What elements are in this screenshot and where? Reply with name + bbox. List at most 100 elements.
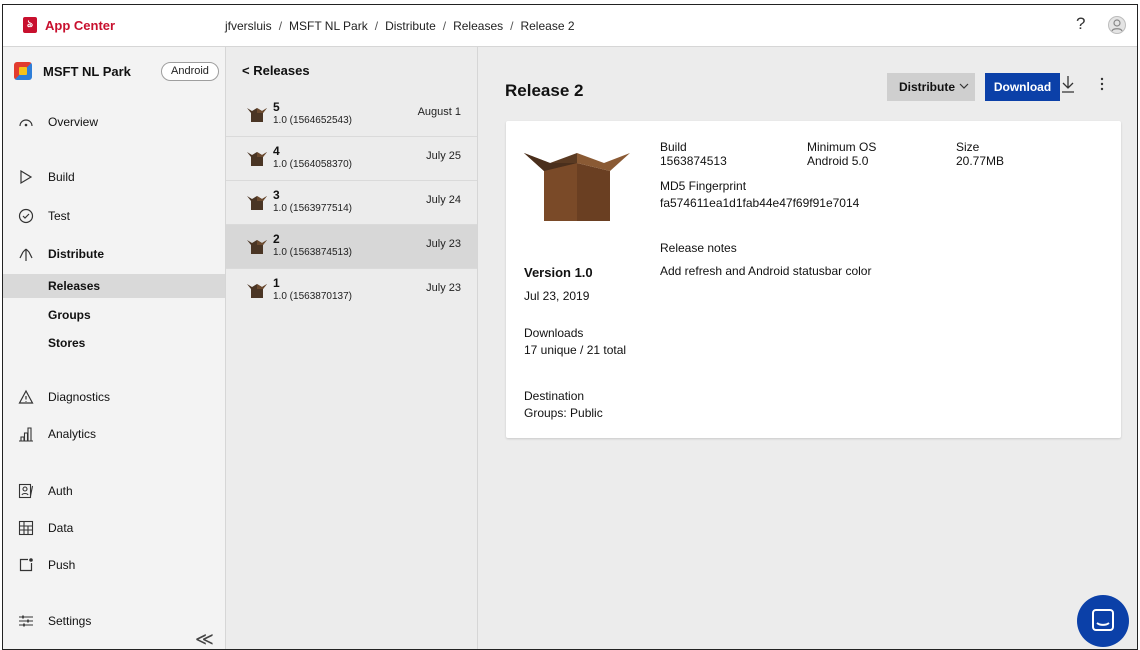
release-number: 2 [273,232,280,246]
page-title: Release 2 [505,81,584,100]
version-label: Version 1.0 [524,265,593,280]
sliders-icon [15,608,37,638]
sidebar-subitem-groups[interactable]: Groups [3,303,225,327]
breadcrumb-releases[interactable]: Releases [453,19,503,33]
sidebar-subitem-stores[interactable]: Stores [3,331,225,355]
download-arrow-icon[interactable] [1061,75,1075,98]
min-os-value: Android 5.0 [807,154,869,168]
data-table-icon [15,515,37,545]
release-row[interactable]: 1 1.0 (1563870137) July 23 [226,269,477,313]
profile-avatar-icon[interactable] [1108,16,1126,34]
more-options-icon[interactable] [1100,76,1104,97]
auth-icon [15,478,37,508]
download-button[interactable]: Download [985,73,1060,101]
breadcrumb-owner[interactable]: jfversluis [225,19,272,33]
platform-badge: Android [161,62,219,81]
distribute-button-label: Distribute [899,80,956,94]
collapse-sidebar-icon[interactable]: ≪ [195,629,214,649]
breadcrumb-app[interactable]: MSFT NL Park [289,19,368,33]
release-number: 5 [273,100,280,114]
package-box-icon [247,196,267,210]
size-value: 20.77MB [956,154,1005,168]
release-number: 4 [273,144,280,158]
distribute-button[interactable]: Distribute [887,73,975,101]
sidebar-item-label: Data [48,521,74,535]
sidebar-item-label: Settings [48,614,92,628]
release-date: July 23 [426,238,461,250]
destination-value: Groups: Public [524,406,603,420]
sidebar-item-label: Analytics [48,427,97,441]
chat-icon [1092,609,1114,631]
sidebar-item-analytics[interactable]: Analytics [3,421,225,447]
sidebar-item-label: Test [48,209,71,223]
release-number: 3 [273,188,280,202]
release-row[interactable]: 4 1.0 (1564058370) July 25 [226,137,477,181]
sidebar-item-test[interactable]: Test [3,203,225,229]
breadcrumb-separator: / [442,19,447,33]
breadcrumb-distribute[interactable]: Distribute [385,19,436,33]
warning-triangle-icon [15,384,37,414]
sidebar-item-diagnostics[interactable]: Diagnostics [3,384,225,410]
sidebar-item-settings[interactable]: Settings [3,608,225,634]
release-date-value: Jul 23, 2019 [524,289,590,303]
back-to-releases-link[interactable]: < Releases [242,63,310,78]
sidebar-item-label: Overview [48,115,99,129]
help-icon[interactable]: ? [1076,14,1085,34]
release-details-card: Version 1.0 Jul 23, 2019 Downloads 17 un… [506,121,1121,438]
sidebar-subitem-label: Groups [48,308,91,322]
release-version: 1.0 (1563870137) [273,291,352,302]
min-os-label: Minimum OS [807,140,877,154]
sidebar-item-label: Diagnostics [48,390,111,404]
release-version: 1.0 (1564058370) [273,159,352,170]
distribute-arrows-icon [15,241,37,271]
sidebar-item-distribute[interactable]: Distribute [3,241,225,267]
push-square-icon [15,552,37,582]
sidebar-item-build[interactable]: Build [3,164,225,190]
chat-support-button[interactable] [1077,595,1129,647]
package-box-icon [247,152,267,166]
destination-label: Destination [524,389,585,403]
build-label: Build [660,140,687,154]
sidebar-item-overview[interactable]: Overview [3,109,225,135]
md5-label: MD5 Fingerprint [660,179,747,193]
release-row[interactable]: 3 1.0 (1563977514) July 24 [226,181,477,225]
release-row[interactable]: 5 1.0 (1564652543) August 1 [226,93,477,137]
release-date: August 1 [417,106,461,118]
sidebar-item-auth[interactable]: Auth [3,478,225,504]
sidebar-item-label: Distribute [48,247,105,261]
bar-chart-icon [15,421,37,451]
app-center-link[interactable]: App Center [45,18,115,33]
sidebar-item-label: Build [48,170,75,184]
play-triangle-icon [15,164,37,194]
release-detail-panel: Release 2 Distribute Download Version 1.… [478,47,1137,649]
package-box-icon [247,284,267,298]
release-version: 1.0 (1563977514) [273,203,352,214]
sidebar: MSFT NL Park Android Overview Build Test [3,47,226,649]
downloads-label: Downloads [524,326,584,340]
package-box-icon [524,153,630,221]
app-window: ঌ App Center jfversluis / MSFT NL Park / Dis… [2,4,1138,650]
breadcrumb-separator: / [374,19,379,33]
check-circle-icon [15,203,37,233]
sidebar-item-label: Push [48,558,76,572]
sidebar-item-push[interactable]: Push [3,552,225,578]
top-bar: ঌ App Center jfversluis / MSFT NL Park / Dis… [3,5,1137,47]
chevron-down-icon [959,73,969,101]
release-row-selected[interactable]: 2 1.0 (1563874513) July 23 [226,225,477,269]
release-version: 1.0 (1563874513) [273,247,352,258]
release-number: 1 [273,276,280,290]
sidebar-subitem-label: Releases [48,279,101,293]
sidebar-item-data[interactable]: Data [3,515,225,541]
app-title[interactable]: MSFT NL Park [43,64,131,79]
build-value: 1563874513 [660,154,727,168]
sidebar-subitem-releases[interactable]: Releases [3,274,225,298]
app-center-logo-icon[interactable]: ঌ [23,17,37,33]
sidebar-item-label: Auth [48,484,73,498]
package-box-icon [247,240,267,254]
overview-gauge-icon [15,109,37,139]
package-box-icon [247,108,267,122]
release-date: July 24 [426,194,461,206]
releases-list-panel: < Releases 5 1.0 (1564652543) August 1 4… [226,47,478,649]
release-date: July 25 [426,150,461,162]
sidebar-subitem-label: Stores [48,336,86,350]
